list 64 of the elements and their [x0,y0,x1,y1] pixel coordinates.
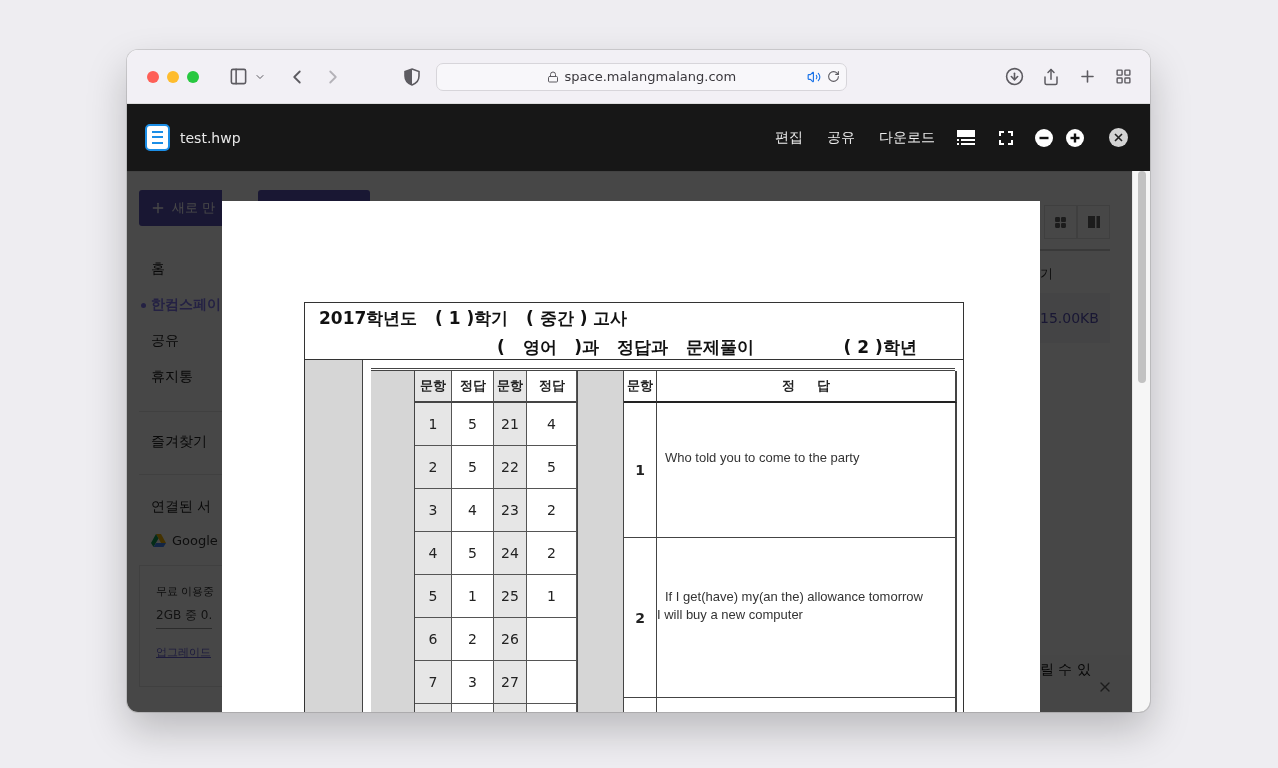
table-cell: 24 [494,532,527,575]
viewer-action[interactable]: 다운로드 [879,128,935,147]
column-header: 기 [1040,265,1053,283]
column-header: 정 답 [657,371,957,403]
zoom-out-icon[interactable] [1035,128,1053,147]
document-title: 2017학년도 ( 1 )학기 ( 중간 ) 고사 [319,307,628,330]
table-cell: 2 [624,538,657,698]
table-cell: 1 [415,403,452,446]
download-icon[interactable] [1005,67,1024,86]
table-cell: 5 [452,446,494,489]
column-header: 정답 [452,371,494,403]
table-cell: 4 [415,532,452,575]
table-cell: 5 [452,532,494,575]
grade-label: ( 2 )학년 [843,336,917,359]
answer-text: Who told you to come to the party [664,449,860,467]
section-title: 연결된 서 [151,497,212,516]
document-icon [145,124,170,151]
table-cell: 26 [494,618,527,661]
table-cell: 1 [624,403,657,538]
table-cell: 2 [415,446,452,489]
sidebar-icon[interactable] [228,67,248,86]
speaker-icon[interactable] [807,69,821,84]
table-cell: 6 [415,618,452,661]
table-cell: 7 [415,661,452,704]
table-cell: 22 [494,446,527,489]
lock-icon [546,70,559,83]
viewer-action[interactable]: 공유 [827,128,855,147]
column-header: 문항 [415,371,452,403]
viewer-action[interactable]: 편집 [775,128,803,147]
zoom-in-icon[interactable] [1066,128,1084,147]
table-cell: 2 [527,489,577,532]
table-cell: 2 [527,532,577,575]
table-cell: 5 [415,575,452,618]
address-bar[interactable]: space.malangmalang.com [435,62,847,91]
table-cell: 5 [452,403,494,446]
table-cell: 2 [452,618,494,661]
table-cell: 27 [494,661,527,704]
close-window-button[interactable] [147,70,159,83]
table-cell: 3 [452,661,494,704]
fullscreen-icon[interactable] [999,130,1013,145]
table-cell: 3 [415,489,452,532]
answer-text: If I get(have) my(an the) allowance tomorrow I will buy a new computer [657,587,923,624]
table-cell: 21 [494,403,527,446]
column-header: 정답 [527,371,577,403]
close-icon[interactable] [1109,128,1128,147]
table-cell: 23 [494,489,527,532]
share-icon[interactable] [1042,67,1060,86]
scrollbar[interactable] [1132,171,1150,712]
reload-icon[interactable] [827,70,840,83]
document-subtitle: ( 영어 )과 정답과 문제풀이 [497,336,754,359]
tab-overview-icon[interactable] [1115,68,1132,85]
column-header: 문항 [494,371,527,403]
table-cell: 1 [527,575,577,618]
toast-text: 릴 수 있 [1040,661,1091,679]
table-cell: 25 [494,575,527,618]
shield-icon[interactable] [403,67,420,86]
table-cell: 4 [452,489,494,532]
list-icon[interactable] [957,129,975,146]
file-name: test.hwp [180,129,241,146]
table-cell: 5 [527,446,577,489]
table-cell: 1 [452,575,494,618]
table-cell: 4 [527,403,577,446]
new-tab-icon[interactable] [1078,67,1097,86]
column-header: 문항 [624,371,657,403]
